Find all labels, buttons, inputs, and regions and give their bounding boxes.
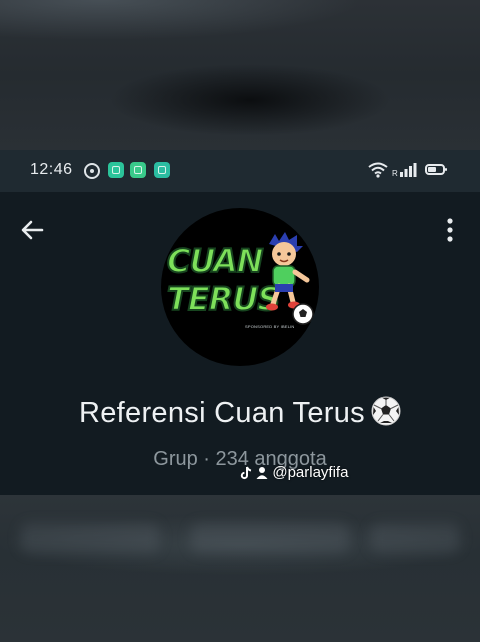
avatar-sponsor-text: SPONSORED BY IBELIN <box>245 324 295 329</box>
notification-app-icon <box>108 162 124 178</box>
group-avatar[interactable]: CUAN TERUS SPONSORED BY IBELIN <box>161 208 319 366</box>
blurred-content <box>20 523 160 553</box>
avatar-logo-line1: CUAN <box>166 241 265 281</box>
screen: 12:46 R CUAN TERUS SPONSORED BY IBELIN R… <box>0 0 480 642</box>
signal-icon: R <box>392 163 417 178</box>
wifi-icon <box>368 162 388 178</box>
blurred-content <box>190 523 350 553</box>
notification-app-icon <box>130 162 146 178</box>
blurred-background-top <box>0 0 480 150</box>
group-profile-header: CUAN TERUS SPONSORED BY IBELIN Referensi… <box>0 192 480 495</box>
blurred-content <box>370 523 460 553</box>
user-icon <box>256 467 268 480</box>
battery-icon <box>425 164 447 175</box>
soccer-ball-icon <box>371 396 401 426</box>
status-bar: 12:46 R <box>0 150 480 192</box>
shield-app-icon <box>154 162 170 178</box>
watermark-handle: @parlayfifa <box>272 464 349 481</box>
group-name[interactable]: Referensi Cuan Terus <box>0 396 480 430</box>
network-label: R <box>392 169 398 178</box>
tiktok-watermark: @parlayfifa <box>240 464 348 481</box>
mascot-player-icon <box>266 232 314 325</box>
whatsapp-icon <box>84 163 100 179</box>
arrow-left-icon[interactable] <box>16 214 48 246</box>
blurred-background-bottom <box>0 495 480 642</box>
more-vertical-icon[interactable] <box>440 216 460 244</box>
tiktok-icon <box>240 466 252 480</box>
status-time: 12:46 <box>30 161 73 178</box>
group-name-text: Referensi Cuan Terus <box>79 397 365 429</box>
